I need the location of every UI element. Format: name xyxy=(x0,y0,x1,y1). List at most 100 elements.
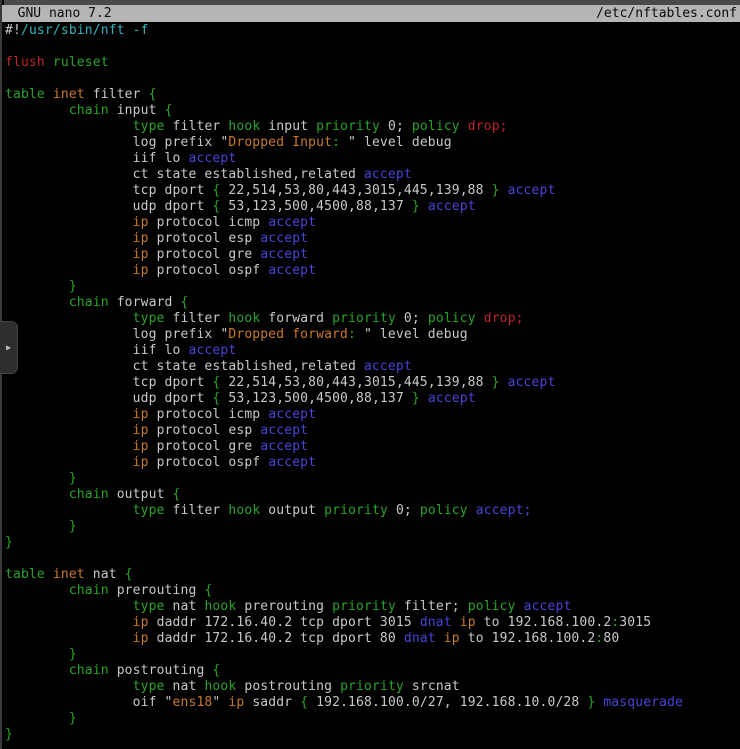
syntax-token xyxy=(5,455,133,470)
editor-line: chain forward { xyxy=(5,295,740,311)
editor-line: ip protocol esp accept xyxy=(5,231,740,247)
syntax-token: } xyxy=(412,391,420,406)
nano-version-label: GNU nano 7.2 xyxy=(2,6,112,21)
syntax-token: priority xyxy=(332,599,396,614)
syntax-token: } xyxy=(69,519,77,534)
syntax-token: ens18 xyxy=(173,695,213,710)
syntax-token: protocol ospf xyxy=(149,455,269,470)
syntax-token: Dropped forward xyxy=(228,327,348,342)
syntax-token xyxy=(5,279,69,294)
syntax-token: filter; xyxy=(396,599,468,614)
syntax-token: table xyxy=(5,567,45,582)
syntax-token: } xyxy=(69,647,77,662)
syntax-token xyxy=(45,55,53,70)
syntax-token: postrouting xyxy=(236,679,340,694)
syntax-token: oif " xyxy=(5,695,173,710)
syntax-token: dnat xyxy=(404,631,436,646)
editor-line: ip protocol icmp accept xyxy=(5,215,740,231)
syntax-token xyxy=(45,567,53,582)
syntax-token: dnat xyxy=(420,615,452,630)
syntax-token: udp dport xyxy=(5,391,212,406)
console-side-tab[interactable]: ▶ xyxy=(0,321,18,374)
editor-line: chain prerouting { xyxy=(5,583,740,599)
syntax-token: ip xyxy=(133,439,149,454)
syntax-token: type xyxy=(133,599,165,614)
syntax-token xyxy=(452,615,460,630)
syntax-token: nat xyxy=(165,679,205,694)
syntax-token: } xyxy=(69,711,77,726)
terminal-screen: GNU nano 7.2 /etc/nftables.conf #!/usr/s… xyxy=(0,0,740,749)
syntax-token: ip xyxy=(133,423,149,438)
syntax-token: input xyxy=(260,119,316,134)
syntax-token: accept xyxy=(268,215,316,230)
syntax-token xyxy=(5,663,69,678)
syntax-token: ip xyxy=(444,631,460,646)
editor-line: tcp dport { 22,514,53,80,443,3015,445,13… xyxy=(5,183,740,199)
syntax-token: { xyxy=(300,695,308,710)
syntax-token: accept xyxy=(268,407,316,422)
syntax-token: accept xyxy=(188,151,236,166)
syntax-token: accept xyxy=(364,359,412,374)
chevron-right-icon: ▶ xyxy=(6,344,11,352)
editor-line: chain postrouting { xyxy=(5,663,740,679)
editor-line: udp dport { 53,123,500,4500,88,137 } acc… xyxy=(5,391,740,407)
syntax-token: chain xyxy=(69,295,109,310)
syntax-token: hook xyxy=(204,679,236,694)
syntax-token: { xyxy=(181,295,189,310)
syntax-token: { xyxy=(173,487,181,502)
syntax-token: drop; xyxy=(468,119,508,134)
editor-line: } xyxy=(5,279,740,295)
syntax-token: tcp dport xyxy=(5,375,212,390)
syntax-token: iif lo xyxy=(5,151,188,166)
syntax-token: accept xyxy=(428,199,476,214)
syntax-token: #! xyxy=(5,23,21,38)
syntax-token xyxy=(45,87,53,102)
syntax-token: inet xyxy=(53,87,85,102)
editor-line: ip protocol icmp accept xyxy=(5,407,740,423)
syntax-token xyxy=(5,519,69,534)
syntax-token: daddr 172.16.40.2 tcp dport 80 xyxy=(149,631,404,646)
syntax-token: hook xyxy=(204,599,236,614)
syntax-token: priority xyxy=(340,679,404,694)
syntax-token xyxy=(5,471,69,486)
syntax-token xyxy=(5,615,133,630)
syntax-token xyxy=(5,215,133,230)
syntax-token: chain xyxy=(69,487,109,502)
syntax-token xyxy=(500,183,508,198)
syntax-token: forward xyxy=(109,295,181,310)
syntax-token: protocol icmp xyxy=(149,215,269,230)
syntax-token: 22,514,53,80,443,3015,445,139,88 xyxy=(220,375,491,390)
editor-line: oif "ens18" ip saddr { 192.168.100.0/27,… xyxy=(5,695,740,711)
syntax-token xyxy=(460,119,468,134)
editor-content[interactable]: #!/usr/sbin/nft -f flush ruleset table i… xyxy=(5,23,740,749)
syntax-token xyxy=(5,407,133,422)
syntax-token xyxy=(5,295,69,310)
syntax-token: ruleset xyxy=(53,55,109,70)
syntax-token: 53,123,500,4500,88,137 xyxy=(220,199,411,214)
editor-line: } xyxy=(5,519,740,535)
syntax-token: protocol esp xyxy=(149,231,261,246)
syntax-token: { xyxy=(125,567,133,582)
syntax-token: accept xyxy=(268,455,316,470)
editor-line: flush ruleset xyxy=(5,55,740,71)
editor-line: log prefix "Dropped forward: " level deb… xyxy=(5,327,740,343)
syntax-token xyxy=(5,503,133,518)
syntax-token: drop; xyxy=(484,311,524,326)
editor-line: type filter hook input priority 0; polic… xyxy=(5,119,740,135)
syntax-token: prerouting xyxy=(236,599,332,614)
syntax-token: 0; xyxy=(380,119,412,134)
editor-line: ip daddr 172.16.40.2 tcp dport 3015 dnat… xyxy=(5,615,740,631)
syntax-token: : xyxy=(332,135,340,150)
syntax-token xyxy=(5,487,69,502)
editor-line: ip protocol gre accept xyxy=(5,247,740,263)
syntax-token: ip xyxy=(133,407,149,422)
syntax-token xyxy=(420,391,428,406)
syntax-token: nat xyxy=(85,567,125,582)
syntax-token: nat xyxy=(165,599,205,614)
syntax-token: saddr xyxy=(244,695,300,710)
editor-line: } xyxy=(5,535,740,551)
syntax-token: ip xyxy=(460,615,476,630)
syntax-token xyxy=(516,599,524,614)
syntax-token: type xyxy=(133,503,165,518)
editor-line: ct state established,related accept xyxy=(5,359,740,375)
